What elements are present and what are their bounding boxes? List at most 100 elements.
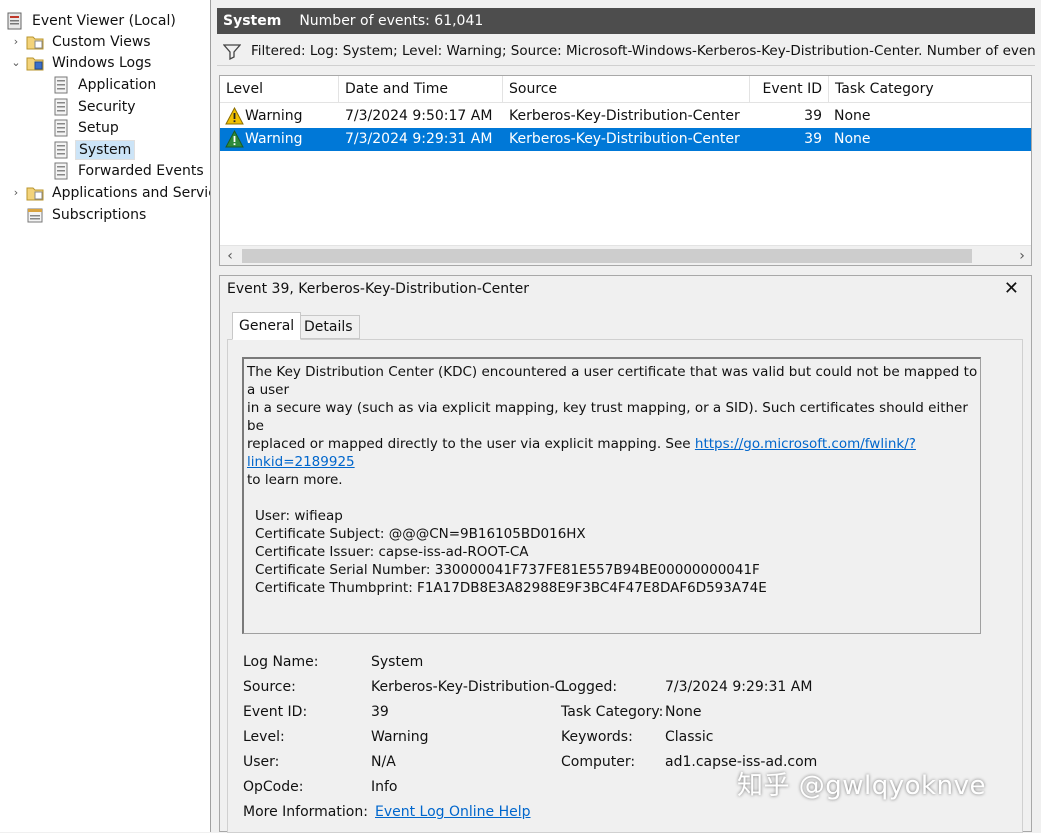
event-log-online-help-link[interactable]: Event Log Online Help xyxy=(375,804,531,820)
description-cert-thumbprint: Certificate Thumbprint: F1A17DB8E3A82988… xyxy=(255,580,767,596)
table-row-selected[interactable]: Warning 7/3/2024 9:29:31 AM Kerberos-Key… xyxy=(220,128,1031,151)
tab-general[interactable]: General xyxy=(232,312,302,340)
prop-label-user: User: xyxy=(243,754,280,770)
column-header-level[interactable]: Level xyxy=(220,76,339,103)
column-header-event-id[interactable]: Event ID xyxy=(750,76,829,103)
warning-icon xyxy=(225,130,244,148)
tree-item-forwarded-events[interactable]: Forwarded Events xyxy=(52,160,207,181)
chevron-down-icon[interactable]: ⌄ xyxy=(10,56,22,69)
navigation-tree: Event Viewer (Local) › Custom Views ⌄ Wi… xyxy=(0,0,211,832)
log-file-icon xyxy=(54,162,68,179)
filter-funnel-icon xyxy=(223,43,241,60)
prop-label-event-id: Event ID: xyxy=(243,704,308,720)
tree-item-label: Forwarded Events xyxy=(78,162,204,179)
cell-level: Warning xyxy=(245,108,303,124)
prop-label-logged: Logged: xyxy=(561,679,618,695)
tree-item-label: Subscriptions xyxy=(52,206,147,223)
prop-label-source: Source: xyxy=(243,679,296,695)
prop-label-log-name: Log Name: xyxy=(243,654,319,670)
chevron-right-icon[interactable]: › xyxy=(10,186,22,199)
prop-value-log-name: System xyxy=(371,654,424,670)
log-file-icon xyxy=(54,119,68,136)
tree-item-label: Custom Views xyxy=(52,33,151,50)
tree-item-windows-logs[interactable]: ⌄ Windows Logs xyxy=(10,52,154,73)
cell-event-id: 39 xyxy=(804,131,822,147)
tree-item-label: Security xyxy=(78,98,136,115)
folder-icon xyxy=(26,57,44,70)
prop-value-logged: 7/3/2024 9:29:31 AM xyxy=(665,679,813,695)
description-text: replaced or mapped directly to the user … xyxy=(247,436,695,452)
cell-source: Kerberos-Key-Distribution-Center xyxy=(509,108,740,124)
prop-value-user: N/A xyxy=(371,754,396,770)
cell-source: Kerberos-Key-Distribution-Center xyxy=(509,131,740,147)
tree-item-setup[interactable]: Setup xyxy=(52,117,122,138)
cell-date-time: 7/3/2024 9:29:31 AM xyxy=(345,131,493,147)
chevron-right-icon[interactable]: › xyxy=(10,35,22,48)
column-header-date-time[interactable]: Date and Time xyxy=(339,76,503,103)
warning-icon xyxy=(225,107,244,125)
prop-value-task-category: None xyxy=(665,704,702,720)
cell-level: Warning xyxy=(245,131,303,147)
tree-item-applications-and-services[interactable]: › Applications and Services Logs xyxy=(10,182,210,203)
prop-label-level: Level: xyxy=(243,729,285,745)
filter-bar: Filtered: Log: System; Level: Warning; S… xyxy=(217,36,1035,66)
prop-label-task-category: Task Category: xyxy=(561,704,664,720)
events-grid: Level Date and Time Source Event ID Task… xyxy=(219,75,1032,266)
prop-label-computer: Computer: xyxy=(561,754,636,770)
prop-value-event-id: 39 xyxy=(371,704,389,720)
tree-item-subscriptions[interactable]: Subscriptions xyxy=(26,204,149,225)
log-file-icon xyxy=(54,98,68,115)
tree-item-label: Setup xyxy=(78,119,119,136)
event-viewer-icon xyxy=(7,12,22,29)
scroll-right-arrow-icon[interactable]: › xyxy=(1012,246,1031,265)
tree-item-custom-views[interactable]: › Custom Views xyxy=(10,31,154,52)
horizontal-scrollbar[interactable]: ‹ › xyxy=(220,245,1031,265)
main-pane: System Number of events: 61,041 Filtered… xyxy=(215,0,1041,833)
tree-item-label: Windows Logs xyxy=(52,54,152,71)
tree-item-label: Applications and Services Logs xyxy=(52,184,210,201)
filter-description: Filtered: Log: System; Level: Warning; S… xyxy=(251,42,1035,59)
event-detail-title: Event 39, Kerberos-Key-Distribution-Cent… xyxy=(227,281,530,297)
description-line: replaced or mapped directly to the user … xyxy=(247,435,978,471)
tree-item-security[interactable]: Security xyxy=(52,96,139,117)
tree-item-label: Application xyxy=(78,76,157,93)
scroll-left-arrow-icon[interactable]: ‹ xyxy=(220,246,240,265)
scrollbar-thumb[interactable] xyxy=(242,249,972,263)
close-icon[interactable]: ✕ xyxy=(1004,278,1019,299)
log-file-icon xyxy=(54,76,68,93)
tree-item-label: System xyxy=(75,139,136,160)
cell-task-category: None xyxy=(834,131,871,147)
table-row[interactable]: Warning 7/3/2024 9:50:17 AM Kerberos-Key… xyxy=(220,105,1031,128)
prop-value-opcode: Info xyxy=(371,779,398,795)
folder-icon xyxy=(26,36,44,49)
description-cert-subject: Certificate Subject: @@@CN=9B16105BD016H… xyxy=(255,526,586,542)
description-line: in a secure way (such as via explicit ma… xyxy=(247,400,968,434)
event-detail-pane: Event 39, Kerberos-Key-Distribution-Cent… xyxy=(219,275,1032,833)
description-line: The Key Distribution Center (KDC) encoun… xyxy=(247,364,978,398)
tree-item-event-viewer-local[interactable]: Event Viewer (Local) xyxy=(6,10,179,31)
event-description[interactable]: The Key Distribution Center (KDC) encoun… xyxy=(242,357,981,634)
column-header-source[interactable]: Source xyxy=(503,76,750,103)
event-count: Number of events: 61,041 xyxy=(299,13,484,29)
prop-label-keywords: Keywords: xyxy=(561,729,633,745)
subscriptions-icon xyxy=(27,208,43,222)
log-name-title: System xyxy=(223,13,282,29)
description-cert-serial: Certificate Serial Number: 330000041F737… xyxy=(255,562,760,578)
cell-date-time: 7/3/2024 9:50:17 AM xyxy=(345,108,493,124)
log-title-bar: System Number of events: 61,041 xyxy=(217,8,1035,34)
tree-item-system[interactable]: System xyxy=(52,139,136,160)
grid-header: Level Date and Time Source Event ID Task… xyxy=(220,76,1031,103)
description-line: to learn more. xyxy=(247,472,343,488)
description-user: User: wifieap xyxy=(255,508,343,524)
column-header-task-category[interactable]: Task Category xyxy=(829,76,1031,103)
tree-item-application[interactable]: Application xyxy=(52,74,159,95)
description-cert-issuer: Certificate Issuer: capse-iss-ad-ROOT-CA xyxy=(255,544,529,560)
prop-value-source: Kerberos-Key-Distribution-C xyxy=(371,679,565,695)
prop-label-more-information: More Information: xyxy=(243,804,368,820)
cell-task-category: None xyxy=(834,108,871,124)
log-file-icon xyxy=(54,141,68,158)
tab-details[interactable]: Details xyxy=(297,315,360,339)
cell-event-id: 39 xyxy=(804,108,822,124)
prop-value-keywords: Classic xyxy=(665,729,714,745)
